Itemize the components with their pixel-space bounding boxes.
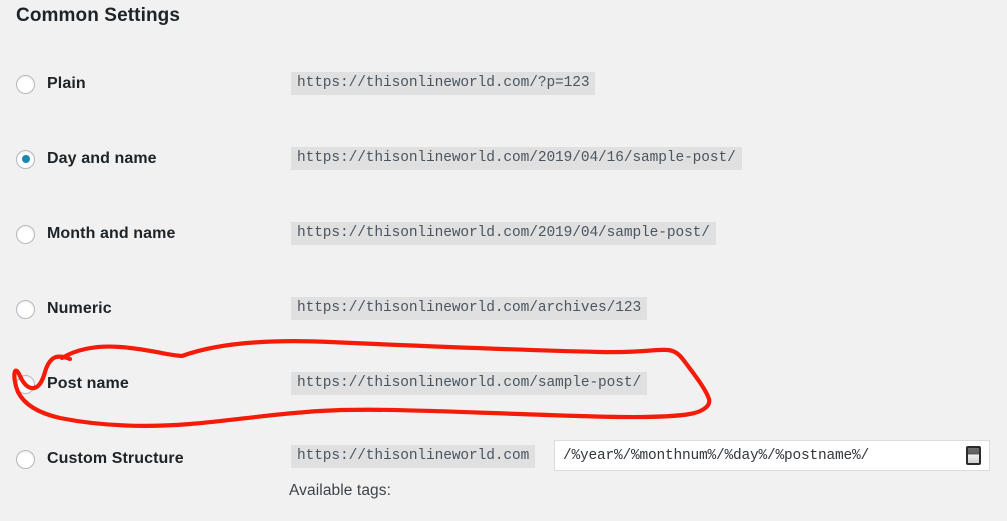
text-cursor-icon [966, 446, 981, 465]
setting-row-day-and-name[interactable]: Day and name https://thisonlineworld.com… [0, 131, 1007, 206]
radio-post-name[interactable] [16, 374, 35, 394]
permalink-url-post-name: https://thisonlineworld.com/sample-post/ [291, 372, 648, 395]
available-tags-label: Available tags: [289, 482, 392, 499]
permalink-preview-day-and-name: https://thisonlineworld.com/2019/04/16/s… [291, 147, 742, 170]
radio-numeric[interactable] [16, 299, 35, 319]
permalink-preview-plain: https://thisonlineworld.com/?p=123 [291, 72, 596, 95]
radio-plain[interactable] [16, 74, 35, 94]
permalink-option-month-and-name[interactable]: Month and name [16, 222, 176, 246]
radio-custom-structure[interactable] [16, 449, 35, 469]
permalink-option-custom-structure[interactable]: Custom Structure [16, 447, 184, 471]
permalink-option-label-day-and-name: Day and name [47, 150, 157, 167]
permalink-option-label-numeric: Numeric [47, 300, 112, 317]
permalink-preview-month-and-name: https://thisonlineworld.com/2019/04/samp… [291, 222, 716, 245]
permalink-url-day-and-name: https://thisonlineworld.com/2019/04/16/s… [291, 147, 742, 170]
setting-row-numeric[interactable]: Numeric https://thisonlineworld.com/arch… [0, 281, 1007, 356]
permalink-option-post-name[interactable]: Post name [16, 372, 129, 396]
permalink-preview-custom-structure: https://thisonlineworld.com [291, 445, 536, 468]
setting-row-plain[interactable]: Plain https://thisonlineworld.com/?p=123 [0, 56, 1007, 131]
permalink-preview-post-name: https://thisonlineworld.com/sample-post/ [291, 372, 648, 395]
permalink-url-prefix-custom-structure: https://thisonlineworld.com [291, 445, 536, 468]
permalink-settings-page: Common Settings Plain https://thisonline… [0, 0, 1007, 521]
permalink-option-label-plain: Plain [47, 75, 86, 92]
permalink-preview-numeric: https://thisonlineworld.com/archives/123 [291, 297, 648, 320]
permalink-option-label-custom-structure: Custom Structure [47, 450, 184, 467]
permalink-url-numeric: https://thisonlineworld.com/archives/123 [291, 297, 648, 320]
page-title: Common Settings [16, 5, 181, 26]
common-settings-list: Plain https://thisonlineworld.com/?p=123… [0, 56, 1007, 491]
setting-row-post-name[interactable]: Post name https://thisonlineworld.com/sa… [0, 356, 1007, 431]
setting-row-month-and-name[interactable]: Month and name https://thisonlineworld.c… [0, 206, 1007, 281]
permalink-url-plain: https://thisonlineworld.com/?p=123 [291, 72, 596, 95]
permalink-option-label-month-and-name: Month and name [47, 225, 176, 242]
custom-structure-input-value: /%year%/%monthnum%/%day%/%postname%/ [563, 447, 870, 464]
radio-day-and-name[interactable] [16, 149, 35, 169]
custom-structure-input[interactable]: /%year%/%monthnum%/%day%/%postname%/ [554, 440, 990, 471]
permalink-option-day-and-name[interactable]: Day and name [16, 147, 157, 171]
radio-month-and-name[interactable] [16, 224, 35, 244]
permalink-option-numeric[interactable]: Numeric [16, 297, 112, 321]
permalink-url-month-and-name: https://thisonlineworld.com/2019/04/samp… [291, 222, 716, 245]
permalink-option-label-post-name: Post name [47, 375, 129, 392]
permalink-option-plain[interactable]: Plain [16, 72, 86, 96]
